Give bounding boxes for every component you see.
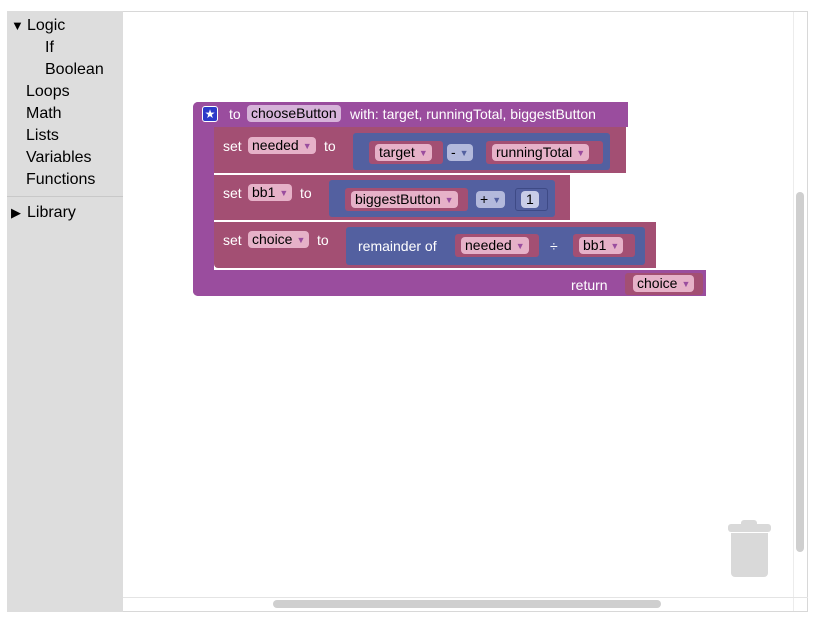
variable-dropdown-choice[interactable]: choice ▼	[248, 231, 310, 248]
remainder-label: remainder of	[358, 238, 437, 254]
toolbox-category-if[interactable]: If	[45, 39, 54, 57]
chevron-down-icon: ▼	[296, 235, 306, 245]
variable-dropdown-bb1-arg[interactable]: bb1 ▼	[579, 237, 624, 254]
toolbox-label-library: Library	[27, 204, 76, 221]
chevron-down-icon: ▼	[610, 241, 620, 251]
trash-lid	[728, 524, 771, 532]
toolbox-category-boolean[interactable]: Boolean	[45, 61, 104, 79]
horizontal-scroll-track	[123, 597, 808, 598]
chevron-down-icon: ▼	[302, 141, 312, 151]
vertical-scrollbar[interactable]	[796, 192, 804, 552]
to-label: to	[300, 185, 312, 201]
vertical-scroll-track	[793, 12, 794, 611]
toolbox-category-library[interactable]: ▶ Library	[11, 204, 76, 222]
set-label: set	[223, 138, 242, 154]
toolbox: ▼ Logic If Boolean Loops Math Lists Varia…	[7, 11, 123, 612]
horizontal-scrollbar[interactable]	[273, 600, 661, 608]
procedure-to-label: to	[229, 106, 241, 122]
chevron-down-icon: ▼	[515, 241, 525, 251]
procedure-name-field[interactable]: chooseButton	[247, 105, 341, 122]
variable-dropdown-needed-arg[interactable]: needed ▼	[461, 237, 529, 254]
to-label: to	[317, 232, 329, 248]
toolbox-category-math[interactable]: Math	[26, 105, 62, 123]
toolbox-category-functions[interactable]: Functions	[26, 171, 95, 189]
expand-arrow-icon: ▼	[11, 18, 24, 33]
star-icon[interactable]: ★	[202, 106, 218, 122]
collapse-arrow-icon: ▶	[11, 205, 21, 220]
variable-dropdown-runningTotal[interactable]: runningTotal ▼	[492, 144, 590, 161]
variable-dropdown-needed[interactable]: needed ▼	[248, 137, 316, 154]
toolbox-separator	[7, 196, 123, 197]
set-label: set	[223, 185, 242, 201]
procedure-left-arm	[193, 102, 214, 296]
variable-dropdown-return-choice[interactable]: choice ▼	[633, 275, 695, 292]
procedure-params-label: with: target, runningTotal, biggestButto…	[350, 106, 596, 122]
toolbox-category-logic[interactable]: ▼ Logic	[11, 17, 65, 35]
chevron-down-icon: ▼	[279, 188, 289, 198]
trash-body	[731, 533, 768, 577]
return-label: return	[571, 277, 608, 293]
chevron-down-icon: ▼	[459, 148, 469, 158]
variable-dropdown-biggestButton[interactable]: biggestButton ▼	[351, 191, 458, 208]
operator-dropdown-plus[interactable]: + ▼	[476, 191, 506, 208]
divide-label: ÷	[550, 238, 558, 254]
number-field[interactable]: 1	[521, 191, 539, 208]
toolbox-category-lists[interactable]: Lists	[26, 127, 59, 145]
toolbox-label-logic: Logic	[27, 17, 66, 34]
to-label: to	[324, 138, 336, 154]
chevron-down-icon: ▼	[444, 195, 454, 205]
chevron-down-icon: ▼	[576, 148, 586, 158]
toolbox-category-loops[interactable]: Loops	[26, 83, 70, 101]
set-label: set	[223, 232, 242, 248]
chevron-down-icon: ▼	[681, 279, 691, 289]
variable-dropdown-target[interactable]: target ▼	[375, 144, 432, 161]
toolbox-category-variables[interactable]: Variables	[26, 149, 92, 167]
operator-dropdown-minus[interactable]: - ▼	[447, 144, 473, 161]
chevron-down-icon: ▼	[492, 195, 502, 205]
chevron-down-icon: ▼	[418, 148, 428, 158]
variable-dropdown-bb1[interactable]: bb1 ▼	[248, 184, 293, 201]
